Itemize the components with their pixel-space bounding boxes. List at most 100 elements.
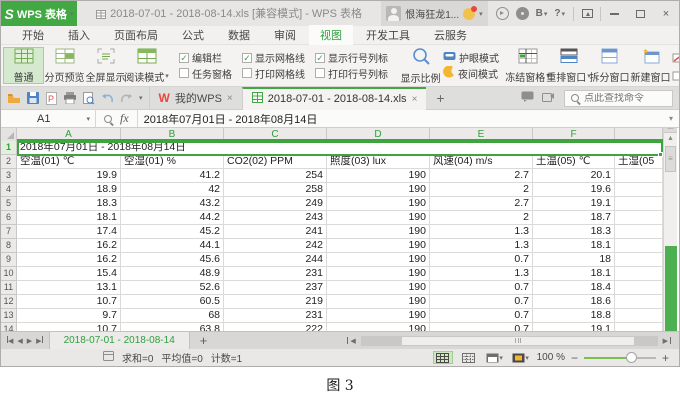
view-mode-分页预览[interactable]: 分页预览: [44, 47, 85, 84]
prev-sheet-icon[interactable]: ◀: [17, 337, 22, 345]
data-cell[interactable]: 18.7: [533, 211, 615, 225]
data-cell[interactable]: 18.9: [17, 183, 121, 197]
menu-tab-开发工具[interactable]: 开发工具: [355, 25, 421, 45]
show-split-icon[interactable]: [672, 50, 680, 68]
insert-function-button[interactable]: fx: [120, 111, 129, 126]
skin-menu-button[interactable]: B▾: [536, 8, 548, 19]
header-cell[interactable]: 风速(04) m/s: [430, 155, 533, 169]
menu-tab-视图[interactable]: 视图: [309, 25, 353, 45]
data-cell[interactable]: 52.6: [121, 281, 224, 295]
row-header-12[interactable]: 12: [1, 295, 17, 309]
menu-tab-数据[interactable]: 数据: [217, 25, 261, 45]
view-mode-阅读模式[interactable]: 阅读模式▾: [126, 47, 167, 84]
data-cell[interactable]: 18.4: [533, 281, 615, 295]
header-cell[interactable]: 照度(03) lux: [327, 155, 430, 169]
collapse-ribbon-button[interactable]: [574, 1, 600, 26]
open-file-icon[interactable]: [7, 92, 21, 104]
scroll-left-icon[interactable]: ◀: [350, 337, 355, 345]
data-cell-empty[interactable]: [615, 281, 663, 295]
formula-search-icon[interactable]: [104, 115, 112, 123]
data-cell-empty[interactable]: [615, 309, 663, 323]
quick-access-dropdown-icon[interactable]: ▾: [139, 94, 143, 102]
data-cell[interactable]: 0.7: [430, 295, 533, 309]
last-sheet-icon[interactable]: ▶: [36, 336, 42, 345]
zoom-slider-handle[interactable]: [626, 352, 637, 363]
data-cell[interactable]: 222: [224, 323, 327, 331]
comment-icon[interactable]: [521, 89, 534, 107]
zoom-scale-button[interactable]: 显示比例: [400, 47, 441, 84]
first-sheet-icon[interactable]: ◀: [7, 336, 13, 345]
row-header-4[interactable]: 4: [1, 183, 17, 197]
vertical-scroll-thumb[interactable]: [665, 146, 676, 172]
data-cell[interactable]: 18.3: [533, 225, 615, 239]
close-tab-icon[interactable]: ×: [412, 94, 418, 105]
data-cell[interactable]: 2.7: [430, 169, 533, 183]
data-cell-empty[interactable]: [615, 197, 663, 211]
data-cell[interactable]: 10.7: [17, 295, 121, 309]
row-header-5[interactable]: 5: [1, 197, 17, 211]
redo-icon[interactable]: [120, 93, 133, 104]
data-cell[interactable]: 19.6: [533, 183, 615, 197]
window-button-重排窗口[interactable]: 重排窗口▾: [548, 47, 589, 84]
window-button-冻结窗格[interactable]: 冻结窗格▾: [507, 47, 548, 84]
data-cell[interactable]: 2: [430, 211, 533, 225]
data-cell[interactable]: 0.7: [430, 309, 533, 323]
sheet-tab-active[interactable]: 2018-07-01 - 2018-08-14: [49, 332, 190, 350]
scroll-up-icon[interactable]: ▲: [664, 133, 677, 145]
data-cell[interactable]: 18.6: [533, 295, 615, 309]
share-icon[interactable]: [542, 89, 556, 107]
print-icon[interactable]: [63, 92, 77, 104]
data-cell[interactable]: 190: [327, 225, 430, 239]
minimize-button[interactable]: [601, 1, 627, 26]
data-cell[interactable]: 60.5: [121, 295, 224, 309]
data-cell-empty[interactable]: [615, 323, 663, 331]
add-sheet-button[interactable]: +: [190, 333, 218, 348]
data-cell-empty[interactable]: [615, 183, 663, 197]
data-cell[interactable]: 258: [224, 183, 327, 197]
data-cell-empty[interactable]: [615, 267, 663, 281]
save-icon[interactable]: [27, 92, 40, 104]
data-cell[interactable]: 190: [327, 211, 430, 225]
data-cell[interactable]: 13.1: [17, 281, 121, 295]
data-cell[interactable]: 19.1: [533, 323, 615, 331]
data-cell[interactable]: 2.7: [430, 197, 533, 211]
mode-button-护眼模式[interactable]: 护眼模式: [443, 50, 499, 65]
print-preview-icon[interactable]: [83, 92, 95, 105]
data-cell[interactable]: 190: [327, 169, 430, 183]
scroll-right-icon[interactable]: ▶: [663, 337, 668, 345]
data-cell[interactable]: 190: [327, 267, 430, 281]
data-cell[interactable]: 0.7: [430, 323, 533, 331]
view-mode-全屏显示[interactable]: 全屏显示: [85, 47, 126, 84]
header-cell[interactable]: CO2(02) PPM: [224, 155, 327, 169]
menu-tab-插入[interactable]: 插入: [57, 25, 101, 45]
maximize-button[interactable]: [627, 1, 653, 26]
data-cell[interactable]: 190: [327, 309, 430, 323]
search-input[interactable]: [584, 93, 666, 104]
data-cell[interactable]: 219: [224, 295, 327, 309]
data-cell[interactable]: 9.7: [17, 309, 121, 323]
row-header-1[interactable]: 1: [1, 141, 17, 155]
cell-A1-merged-title[interactable]: 2018年07月01日 - 2018年08月14日: [17, 141, 663, 155]
data-cell[interactable]: 18.8: [533, 309, 615, 323]
page-layout-view-button[interactable]: ▾: [485, 351, 505, 364]
data-cell[interactable]: 43.2: [121, 197, 224, 211]
window-button-拆分窗口[interactable]: 拆分窗口: [589, 47, 630, 84]
row-header-8[interactable]: 8: [1, 239, 17, 253]
data-cell[interactable]: 18.3: [17, 197, 121, 211]
window-button-新建窗口[interactable]: 新建窗口: [630, 47, 671, 84]
data-cell[interactable]: 241: [224, 225, 327, 239]
data-cell[interactable]: 244: [224, 253, 327, 267]
data-cell[interactable]: 190: [327, 239, 430, 253]
data-cell[interactable]: 254: [224, 169, 327, 183]
data-cell[interactable]: 17.4: [17, 225, 121, 239]
data-cell[interactable]: 190: [327, 295, 430, 309]
view-mode-普通[interactable]: 普通: [3, 47, 44, 84]
data-cell[interactable]: 242: [224, 239, 327, 253]
data-cell[interactable]: 190: [327, 253, 430, 267]
data-cell[interactable]: 231: [224, 309, 327, 323]
data-cell[interactable]: 18.1: [17, 211, 121, 225]
data-cell[interactable]: 10.7: [17, 323, 121, 331]
data-cell[interactable]: 41.2: [121, 169, 224, 183]
toggle-任务窗格[interactable]: 任务窗格: [175, 66, 236, 81]
data-cell[interactable]: 19.9: [17, 169, 121, 183]
